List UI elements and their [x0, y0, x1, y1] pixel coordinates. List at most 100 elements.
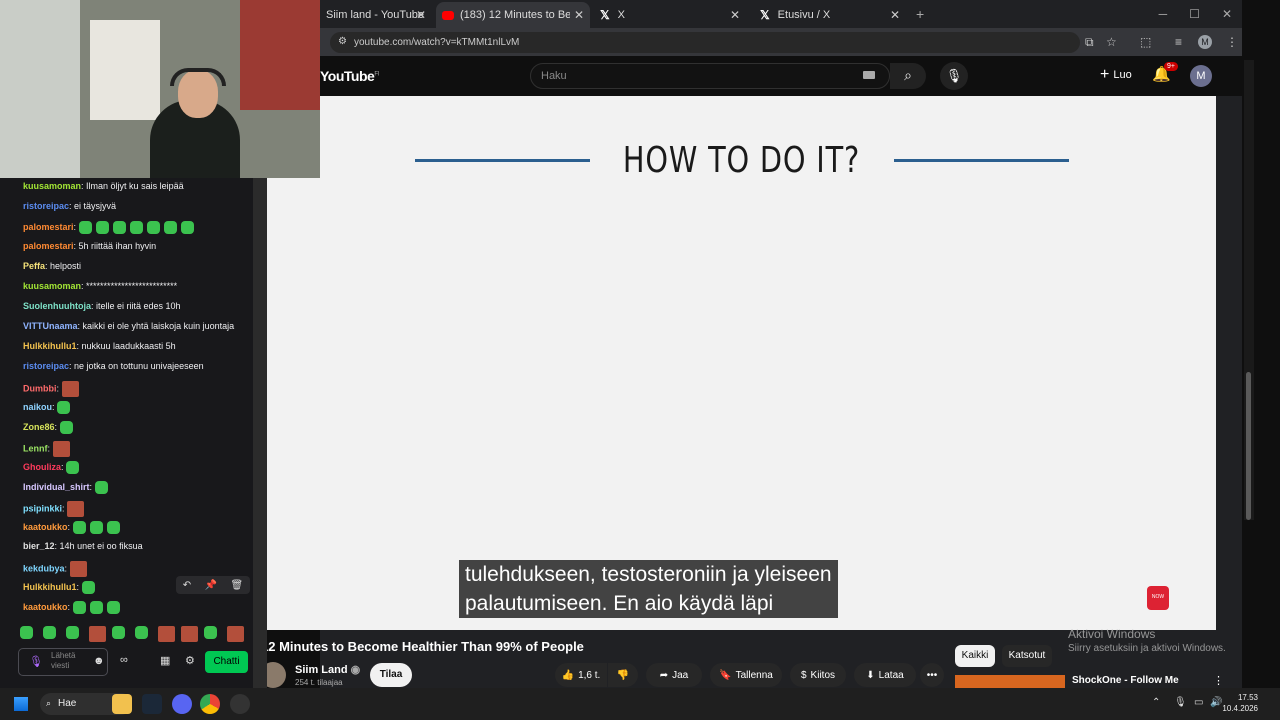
chat-username[interactable]: ristoreipac	[23, 201, 69, 211]
delete-icon[interactable]: 🗑	[231, 580, 244, 591]
chat-username[interactable]: Hulkkihullu1	[23, 582, 77, 592]
media-icon[interactable]: ≡	[1175, 35, 1182, 49]
tab-siim-land[interactable]: Siim land - YouTube ✕	[320, 2, 432, 28]
dislike-button[interactable]: 👎	[608, 663, 638, 687]
search-input[interactable]: Haku	[530, 63, 890, 89]
tab-x[interactable]: 𝕏 X ✕	[594, 2, 746, 28]
more-actions-button[interactable]: •••	[920, 663, 944, 687]
menu-kebab-icon[interactable]: ⋮	[1226, 35, 1238, 49]
chat-username[interactable]: kuusamoman	[23, 181, 81, 191]
chat-username[interactable]: palomestari	[23, 222, 74, 232]
emote-icon[interactable]	[112, 626, 125, 639]
emoji-icon[interactable]: ☻	[93, 655, 105, 667]
search-button[interactable]: ⌕	[890, 63, 926, 89]
pin-icon[interactable]: 📌	[205, 580, 217, 591]
emote-icon[interactable]	[89, 626, 106, 642]
taskbar-clock[interactable]: 17.53 10.4.2026	[1222, 692, 1258, 714]
save-button[interactable]: 🔖 Tallenna	[710, 663, 782, 687]
close-icon[interactable]: ✕	[416, 8, 426, 22]
plus-icon: +	[1100, 66, 1110, 83]
tab-etusivu[interactable]: 𝕏 Etusivu / X ✕	[754, 2, 906, 28]
share-button[interactable]: ➦ Jaa	[646, 663, 702, 687]
chat-username[interactable]: Ghouliza	[23, 462, 61, 472]
steam-icon[interactable]	[142, 694, 162, 714]
scrollbar-thumb[interactable]	[1246, 372, 1251, 520]
chat-username[interactable]: Dumbbi	[23, 383, 57, 393]
chrome-icon[interactable]	[200, 694, 220, 714]
tab-video[interactable]: (183) 12 Minutes to Become He ✕	[436, 2, 590, 28]
chat-username[interactable]: VITTUnaama	[23, 321, 78, 331]
emote-icon[interactable]	[227, 626, 244, 642]
emote-icon[interactable]	[43, 626, 56, 639]
emote-icon	[57, 401, 71, 414]
chat-username[interactable]: psipinkki	[23, 503, 62, 513]
download-button[interactable]: ⬇ Lataa	[854, 663, 916, 687]
chat-username[interactable]: Hulkkihullu1	[23, 341, 77, 351]
chat-username[interactable]: Peffa	[23, 261, 45, 271]
chat-message: ristoreipac: ei täysjyvä	[23, 201, 117, 211]
close-icon[interactable]: ✕	[574, 8, 584, 22]
emote-icon[interactable]	[20, 626, 33, 639]
emote-icon[interactable]	[158, 626, 175, 642]
chat-username[interactable]: bier_12	[23, 541, 55, 551]
microphone-icon[interactable]: 🎙	[29, 655, 43, 668]
thanks-button[interactable]: $ Kiitos	[790, 663, 846, 687]
chat-username[interactable]: kuusamoman	[23, 281, 81, 291]
voice-search-button[interactable]: 🎙	[940, 62, 968, 90]
bookmark-star-icon[interactable]: ☆	[1106, 35, 1117, 49]
discord-icon[interactable]	[172, 694, 192, 714]
microphone-icon[interactable]: 🎙	[1174, 697, 1187, 708]
close-icon[interactable]: ✕	[890, 8, 900, 22]
emote-icon[interactable]	[135, 626, 148, 639]
minimize-icon[interactable]: ─	[1159, 7, 1168, 21]
chevron-up-icon[interactable]: ⌃	[1152, 697, 1160, 708]
emote-icon[interactable]	[181, 626, 198, 642]
obs-icon[interactable]	[230, 694, 250, 714]
chat-username[interactable]: kaatoukko	[23, 602, 68, 612]
emote-icon[interactable]	[66, 626, 79, 639]
headphones-icon	[170, 68, 226, 86]
file-explorer-icon[interactable]	[112, 694, 132, 714]
chat-username[interactable]: Zone86	[23, 422, 55, 432]
maximize-icon[interactable]: ☐	[1189, 7, 1200, 21]
chat-username[interactable]: naikou	[23, 402, 52, 412]
chat-username[interactable]: Suolenhuuhtoja	[23, 301, 91, 311]
profile-avatar[interactable]: M	[1198, 35, 1212, 49]
site-info-icon[interactable]: ⚙	[338, 36, 347, 47]
keyboard-icon[interactable]	[863, 71, 875, 79]
close-icon[interactable]: ✕	[730, 8, 740, 22]
recommendation-menu-icon[interactable]: ⋮	[1213, 674, 1224, 687]
chat-input[interactable]: 🎙 Lähetä viesti ☻	[18, 648, 108, 676]
subscribe-button[interactable]: Tilaa	[370, 663, 412, 687]
chat-send-button[interactable]: Chatti	[205, 651, 248, 673]
chat-username[interactable]: Lennf	[23, 443, 48, 453]
extensions-icon[interactable]: ⬚	[1140, 35, 1151, 49]
close-window-icon[interactable]: ✕	[1222, 7, 1232, 21]
chat-username[interactable]: Individual_shirt	[23, 482, 90, 492]
reply-icon[interactable]: ↶	[183, 580, 191, 591]
chip-watched[interactable]: Katsotut	[1002, 645, 1052, 667]
video-player[interactable]: HOW TO DO IT? tulehdukseen, testosteroni…	[267, 96, 1216, 630]
chat-username[interactable]: kekdubya	[23, 563, 65, 573]
gift-icon[interactable]: ▦	[160, 654, 170, 667]
volume-icon[interactable]: 🔊	[1210, 697, 1222, 708]
bits-icon[interactable]: ∞	[120, 654, 128, 666]
recommendation-thumbnail[interactable]	[955, 675, 1065, 688]
emote-icon[interactable]	[204, 626, 217, 639]
chat-username[interactable]: ristoreipac	[23, 361, 69, 371]
chat-username[interactable]: palomestari	[23, 241, 74, 251]
account-avatar[interactable]: M	[1190, 65, 1212, 87]
windows-start-icon[interactable]	[14, 697, 28, 711]
settings-gear-icon[interactable]: ⚙	[185, 654, 195, 667]
chip-all[interactable]: Kaikki	[955, 645, 995, 667]
channel-name[interactable]: Siim Land ◉	[295, 663, 360, 676]
url-field[interactable]: ⚙ youtube.com/watch?v=kTMMt1nlLvM	[330, 32, 1080, 53]
network-icon[interactable]: ▭	[1194, 697, 1203, 708]
install-icon[interactable]: ⧉	[1085, 35, 1094, 50]
create-button[interactable]: + Luo	[1100, 66, 1132, 84]
like-button[interactable]: 👍 1,6 t.	[555, 663, 607, 687]
recommendation-title[interactable]: ShockOne - Follow Me	[1072, 675, 1179, 686]
chat-username[interactable]: kaatoukko	[23, 522, 68, 532]
youtube-logo[interactable]: YouTubeFI	[320, 68, 379, 84]
new-tab-button[interactable]: +	[916, 6, 924, 22]
